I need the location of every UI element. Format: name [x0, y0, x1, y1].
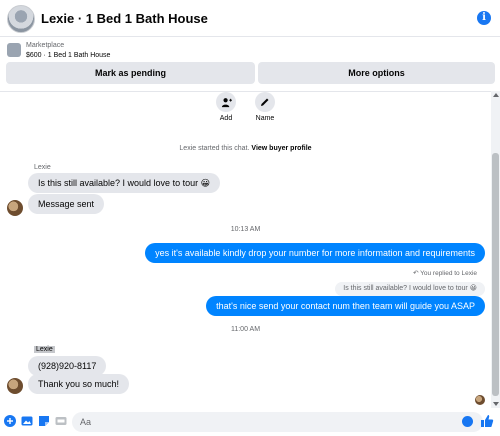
scroll-up-arrow[interactable] — [493, 93, 499, 97]
started-text: Lexie started this chat. — [179, 145, 250, 152]
chat-header: Lexie · 1 Bed 1 Bath House i — [0, 0, 500, 37]
incoming-message[interactable]: Is this still available? I would love to… — [28, 173, 220, 193]
listing-category: Marketplace — [26, 42, 65, 49]
replied-label: You replied to Lexie — [420, 270, 477, 277]
name-label: Name — [255, 115, 275, 122]
message-thread[interactable]: Add Name Lexie started this chat. View b… — [0, 91, 491, 408]
info-icon[interactable]: i — [477, 11, 491, 25]
incoming-message[interactable]: Thank you so much! — [28, 374, 130, 394]
timestamp: 11:00 AM — [230, 326, 261, 333]
scroll-down-arrow[interactable] — [493, 402, 499, 406]
more-options-button[interactable]: More options — [258, 62, 495, 84]
outgoing-message[interactable]: yes it's available kindly drop your numb… — [145, 243, 485, 263]
message-input[interactable]: Aa — [72, 412, 483, 432]
gif-icon[interactable] — [55, 415, 67, 427]
edit-name-action[interactable]: Name — [245, 92, 285, 122]
sender-avatar[interactable] — [7, 378, 23, 394]
sender-avatar[interactable] — [7, 200, 23, 216]
incoming-message[interactable]: Message sent — [28, 194, 105, 214]
quoted-message[interactable]: Is this still available? I would love to… — [335, 282, 485, 296]
outgoing-message[interactable]: that's nice send your contact num then t… — [206, 296, 485, 316]
add-person-icon — [216, 92, 236, 112]
seen-avatar — [475, 395, 485, 405]
incoming-message[interactable]: (928)920-8117 — [28, 356, 107, 376]
chat-title[interactable]: Lexie · 1 Bed 1 Bath House — [41, 11, 208, 26]
listing-avatar[interactable] — [7, 5, 35, 33]
reply-indicator: ↶ You replied to Lexie — [413, 269, 477, 277]
sender-name: Lexie — [34, 164, 51, 171]
chat-started-notice: Lexie started this chat. View buyer prof… — [0, 145, 491, 152]
thumbs-up-icon[interactable] — [480, 414, 494, 428]
listing-thumbnail[interactable] — [7, 43, 21, 57]
mark-as-pending-button[interactable]: Mark as pending — [6, 62, 255, 84]
add-contact-action[interactable]: Add — [206, 92, 246, 122]
plus-icon[interactable] — [4, 415, 16, 427]
view-buyer-profile-link[interactable]: View buyer profile — [251, 145, 311, 152]
pencil-icon — [255, 92, 275, 112]
emoji-icon[interactable] — [462, 416, 473, 427]
timestamp: 10:13 AM — [230, 226, 261, 233]
photo-icon[interactable] — [21, 415, 33, 427]
sticker-icon[interactable] — [38, 415, 50, 427]
add-label: Add — [219, 115, 233, 122]
chat-scrollbar[interactable] — [491, 91, 500, 408]
listing-panel: Marketplace $600 · 1 Bed 1 Bath House Ma… — [0, 37, 500, 91]
listing-price-title[interactable]: $600 · 1 Bed 1 Bath House — [26, 52, 110, 59]
sender-name-tag: Lexie — [34, 346, 55, 353]
message-composer: Aa — [0, 408, 500, 436]
scroll-thumb[interactable] — [492, 153, 499, 396]
